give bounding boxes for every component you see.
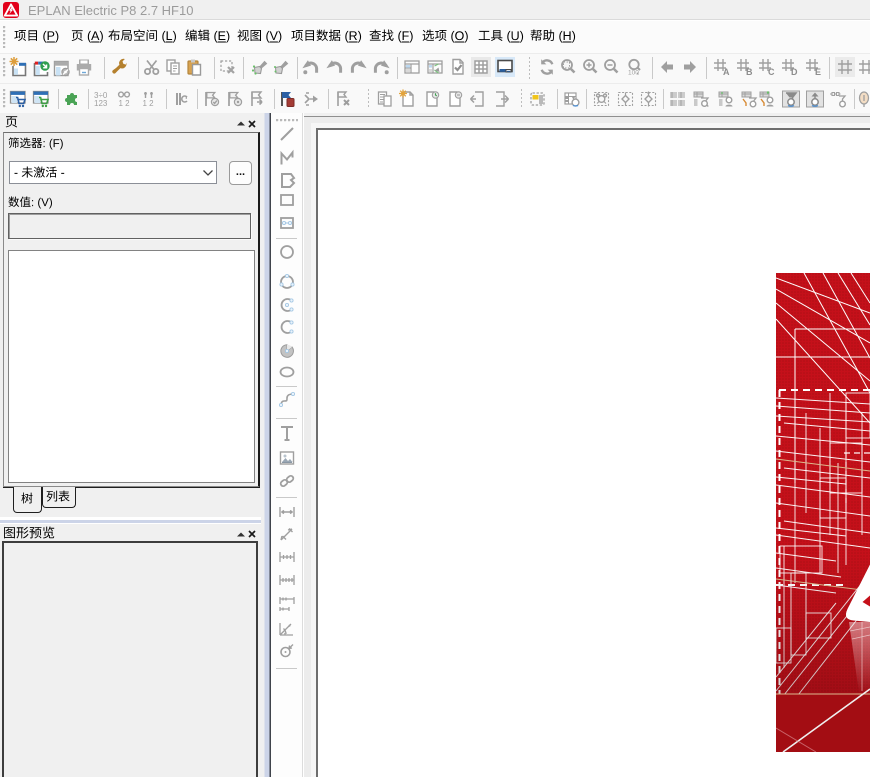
svg-text:123: 123 [94,99,108,108]
svg-text:1 2: 1 2 [119,99,131,108]
svg-text:D: D [791,67,798,77]
svg-text:E: E [815,67,821,77]
svg-text:A: A [723,67,730,77]
svg-text:B: B [746,67,753,77]
svg-text:1 2: 1 2 [143,99,155,108]
svg-text:C: C [768,67,775,77]
